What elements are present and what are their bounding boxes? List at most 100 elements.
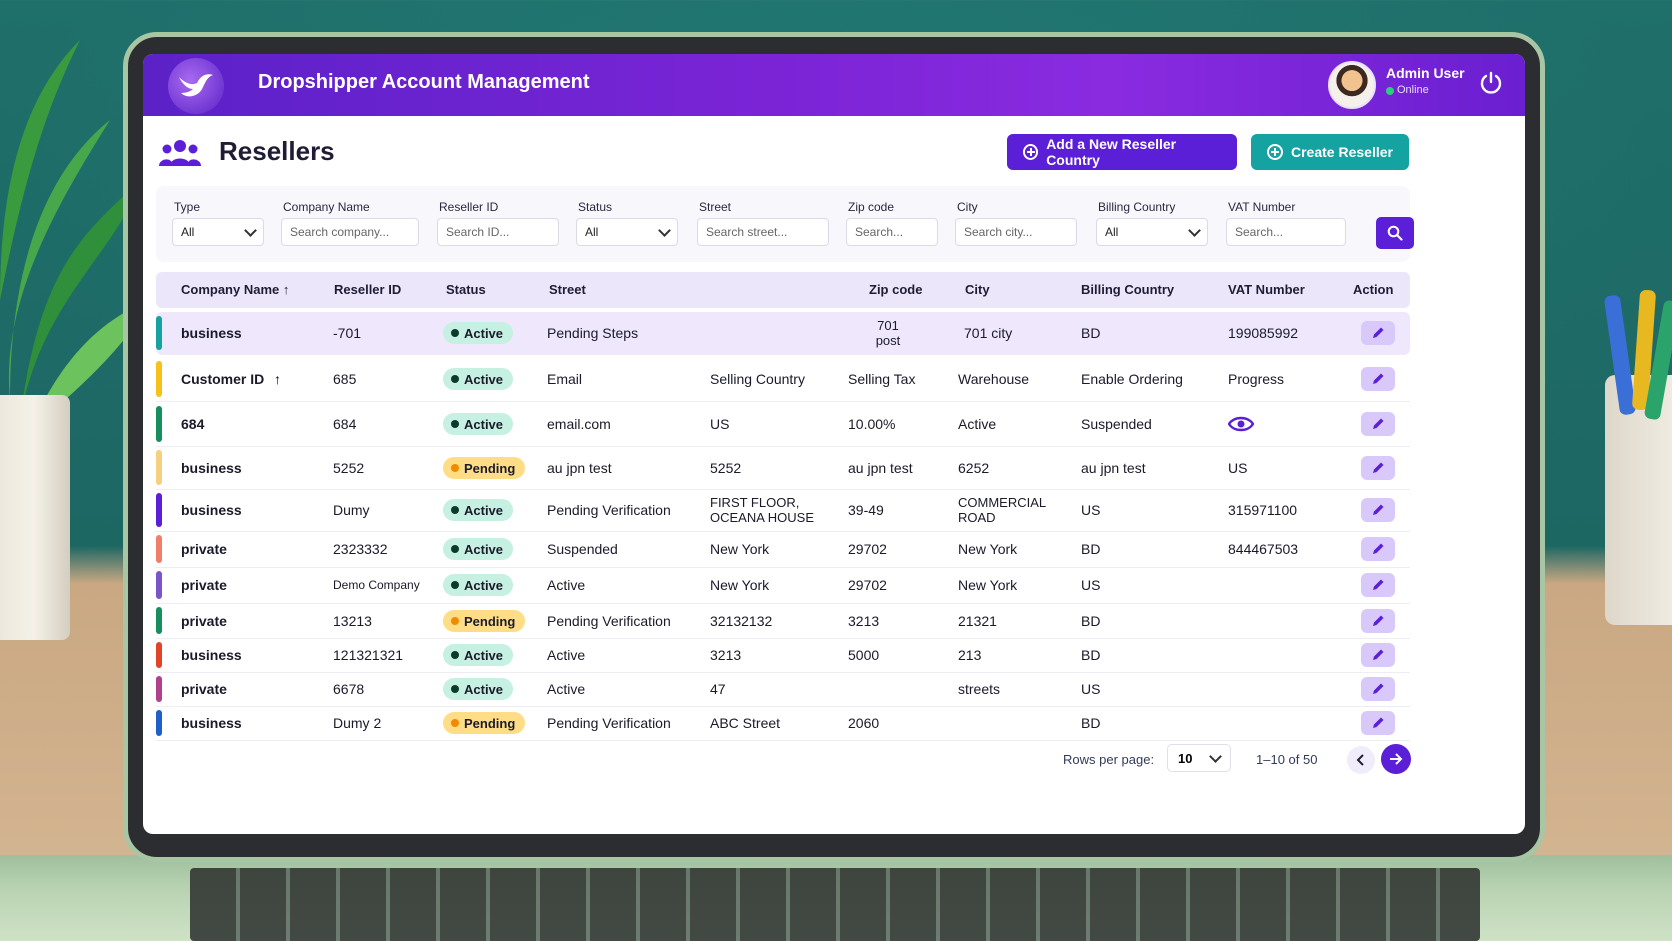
edit-button[interactable] (1361, 609, 1395, 633)
cell-c4: ABC Street (710, 715, 781, 731)
col-city[interactable]: City (965, 282, 990, 297)
status-label: Active (464, 647, 504, 663)
cell-c8: 844467503 (1228, 541, 1299, 557)
type-select[interactable]: All (172, 218, 264, 246)
col-billing-country[interactable]: Billing Country (1081, 282, 1174, 297)
status-badge: Pending (443, 457, 526, 479)
row-color-indicator (156, 607, 162, 634)
status-dot (451, 651, 459, 659)
arrow-right-icon (1390, 753, 1403, 765)
cell-c1: 2323332 (333, 541, 388, 557)
power-icon[interactable] (1478, 70, 1504, 96)
edit-button[interactable] (1361, 498, 1395, 522)
edit-button[interactable] (1361, 537, 1395, 561)
cell-c6: New York (958, 541, 1018, 557)
edit-button[interactable] (1361, 643, 1395, 667)
row-color-indicator (156, 642, 162, 668)
status-label: Active (464, 416, 504, 432)
cell-c1: 13213 (333, 613, 372, 629)
col-reseller-id[interactable]: Reseller ID (334, 282, 401, 297)
user-status: Online (1397, 84, 1429, 96)
table-row[interactable]: 684 684 Active email.com US 10.00% Active Suspe… (156, 402, 1410, 447)
status-label: Pending (464, 460, 516, 476)
table-row[interactable]: business Dumy Active Pending Verification FI… (156, 489, 1410, 532)
col-company-name[interactable]: Company Name ↑ (181, 282, 289, 297)
billing-country-select[interactable]: All (1096, 218, 1208, 246)
add-reseller-country-button[interactable]: Add a New Reseller Country (1007, 134, 1237, 170)
status-label: Active (464, 371, 504, 387)
table-row[interactable]: business Dumy 2 Pending Pending Verificatio… (156, 706, 1410, 741)
filter-billing-label: Billing Country (1098, 200, 1176, 214)
table-row[interactable]: Customer ID ↑ 685 Active Email Selling Countr… (156, 357, 1410, 402)
edit-button[interactable] (1361, 367, 1395, 391)
pencil-icon (1373, 543, 1384, 554)
avatar[interactable] (1328, 61, 1376, 109)
cell-c7: BD (1081, 325, 1101, 341)
table-row[interactable]: business 5252 Pending au jpn test 5252 au jpn… (156, 446, 1410, 490)
status-badge: Active (443, 322, 514, 344)
cell-c5: au jpn test (848, 460, 913, 476)
cell-c8: Progress (1228, 371, 1285, 387)
cell-c7: BD (1081, 715, 1101, 731)
eye-icon[interactable] (1228, 415, 1254, 433)
previous-page-button[interactable] (1347, 746, 1375, 774)
cell-c1: -701 (333, 325, 362, 341)
cell-c0: business (181, 647, 242, 663)
status-dot (451, 375, 459, 383)
status-badge: Active (443, 499, 514, 521)
keyboard (190, 868, 1480, 941)
cell-c4: FIRST FLOOR, OCEANA HOUSE (710, 495, 815, 525)
rows-per-page-select[interactable]: 10 (1167, 744, 1231, 772)
col-street[interactable]: Street (549, 282, 586, 297)
next-page-button[interactable] (1381, 744, 1411, 774)
status-label: Active (464, 681, 504, 697)
filter-reseller-id-label: Reseller ID (439, 200, 499, 214)
cell-c4: 47 (710, 681, 726, 697)
edit-button[interactable] (1361, 321, 1395, 345)
chevron-left-icon (1356, 754, 1364, 766)
filter-street-label: Street (699, 200, 732, 214)
col-vat-number[interactable]: VAT Number (1228, 282, 1305, 297)
table-row[interactable]: private Demo Company Active Active New York 2… (156, 567, 1410, 604)
search-button[interactable] (1376, 217, 1414, 249)
street-search-input[interactable]: Search street... (697, 218, 829, 246)
pen-cup (1605, 375, 1672, 625)
edit-button[interactable] (1361, 711, 1395, 735)
create-reseller-button[interactable]: Create Reseller (1251, 134, 1409, 170)
table-row[interactable]: private 6678 Active Active 47 streets US (156, 672, 1410, 707)
cell-c0: business (181, 715, 242, 731)
cell-c3: Pending Verification (547, 502, 671, 518)
status-dot (451, 464, 459, 472)
company-search-input[interactable]: Search company... (281, 218, 419, 246)
cell-c6: 213 (958, 647, 982, 663)
edit-button[interactable] (1361, 412, 1395, 436)
table-row[interactable]: private 2323332 Active Suspended New York 297… (156, 531, 1410, 568)
col-zip-code[interactable]: Zip code (869, 282, 922, 297)
table-row[interactable]: business -701 Active Pending Steps 701 post 7… (156, 312, 1410, 355)
table-row[interactable]: private 13213 Pending Pending Verification 3… (156, 603, 1410, 639)
edit-button[interactable] (1361, 456, 1395, 480)
status-dot (451, 685, 459, 693)
cell-c4: 5252 (710, 460, 742, 476)
filter-vat-label: VAT Number (1228, 200, 1296, 214)
cell-c1: 5252 (333, 460, 365, 476)
cell-c5: 29702 (848, 577, 887, 593)
reseller-id-search-input[interactable]: Search ID... (437, 218, 559, 246)
zip-search-input[interactable]: Search... (846, 218, 938, 246)
dove-logo-icon[interactable] (168, 58, 224, 114)
edit-button[interactable] (1361, 573, 1395, 597)
status-dot (451, 581, 459, 589)
pencil-icon (1373, 462, 1384, 473)
pencil-icon (1373, 373, 1384, 384)
status-badge: Active (443, 678, 514, 700)
city-search-input[interactable]: Search city... (955, 218, 1077, 246)
cell-c7: Enable Ordering (1081, 371, 1183, 387)
vat-search-input[interactable]: Search... (1226, 218, 1346, 246)
col-status[interactable]: Status (446, 282, 486, 297)
status-select[interactable]: All (576, 218, 678, 246)
filter-bar: Type All Company Name Search company... … (156, 186, 1414, 262)
cell-c3: Pending Verification (547, 715, 671, 731)
filter-zip-label: Zip code (848, 200, 895, 214)
table-row[interactable]: business 121321321 Active Active 3213 5000 213… (156, 638, 1410, 673)
edit-button[interactable] (1361, 677, 1395, 701)
